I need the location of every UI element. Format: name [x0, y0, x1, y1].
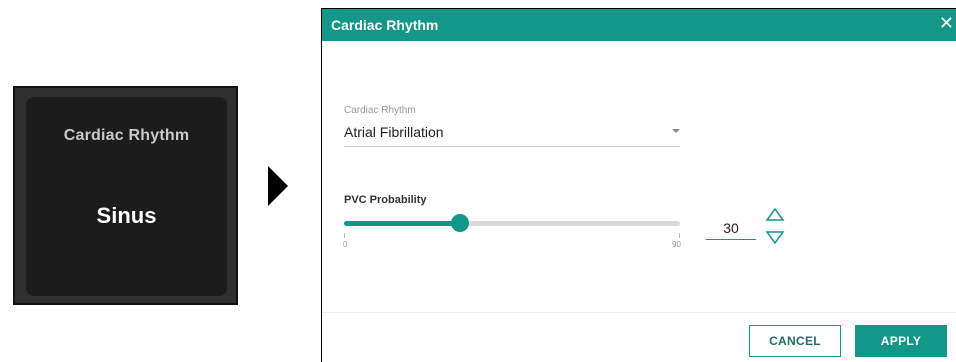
- footer-divider: [322, 312, 956, 313]
- apply-button[interactable]: APPLY: [855, 325, 947, 357]
- cardiac-rhythm-tile[interactable]: Cardiac Rhythm Sinus: [13, 86, 238, 305]
- pvc-slider-fill: [344, 221, 456, 226]
- rhythm-field-label: Cardiac Rhythm: [344, 105, 416, 116]
- cardiac-rhythm-dialog: Cardiac Rhythm ✕ Cardiac Rhythm Atrial F…: [321, 8, 956, 362]
- increment-icon[interactable]: [765, 207, 785, 222]
- slider-max-label: 90: [672, 240, 681, 249]
- decrement-icon[interactable]: [765, 230, 785, 245]
- dialog-header: Cardiac Rhythm ✕: [322, 9, 956, 41]
- close-icon[interactable]: ✕: [939, 14, 954, 32]
- right-arrow-icon: [268, 166, 288, 206]
- slider-min-label: 0: [343, 240, 348, 249]
- stage: Cardiac Rhythm Sinus Cardiac Rhythm ✕ Ca…: [0, 0, 956, 362]
- pvc-slider-track[interactable]: [344, 221, 680, 226]
- tile-value: Sinus: [96, 203, 157, 228]
- select-underline: [344, 146, 680, 147]
- cancel-button[interactable]: CANCEL: [749, 325, 841, 357]
- dialog-title: Cardiac Rhythm: [331, 17, 439, 33]
- slider-min-tick: [344, 233, 345, 238]
- tile-title: Cardiac Rhythm: [63, 127, 190, 144]
- slider-max-tick: [679, 233, 680, 238]
- rhythm-select[interactable]: Atrial Fibrillation: [344, 124, 444, 140]
- pvc-probability-label: PVC Probability: [344, 194, 427, 206]
- chevron-down-icon[interactable]: [672, 129, 680, 133]
- pvc-slider-thumb[interactable]: [451, 214, 469, 232]
- pvc-value-input[interactable]: [706, 216, 756, 240]
- tile-body: Cardiac Rhythm Sinus: [26, 97, 227, 296]
